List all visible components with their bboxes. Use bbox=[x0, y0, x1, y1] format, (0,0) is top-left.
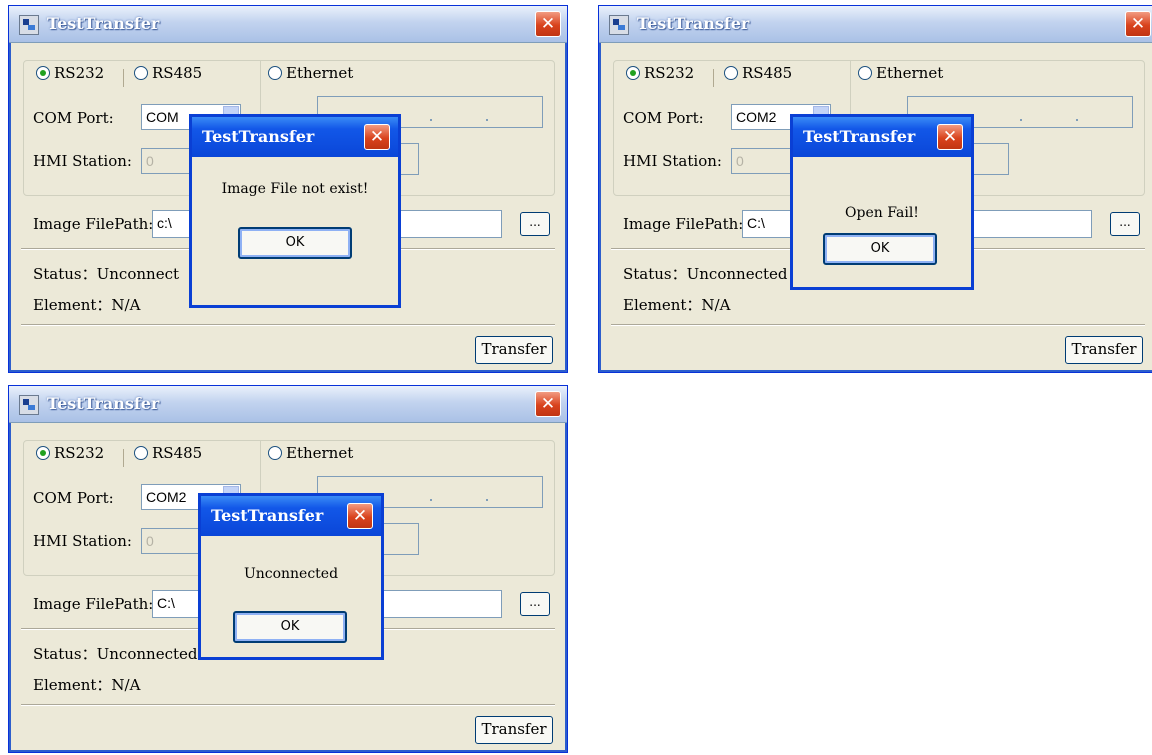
radio-separator bbox=[123, 449, 124, 467]
transfer-button[interactable]: Transfer bbox=[475, 716, 553, 744]
testtransfer-window: TestTransfer ✕ RS232 RS485 Ethernet COM … bbox=[8, 5, 568, 373]
message-dialog: TestTransfer ✕ Image File not exist! OK bbox=[189, 114, 401, 308]
radio-rs485-label: RS485 bbox=[152, 444, 203, 462]
window-titlebar[interactable]: TestTransfer ✕ bbox=[9, 386, 567, 423]
radio-unselected-icon bbox=[268, 446, 282, 460]
radio-unselected-icon bbox=[134, 66, 148, 80]
radio-rs485-label: RS485 bbox=[742, 64, 793, 82]
com-port-label: COM Port: bbox=[33, 489, 114, 507]
transfer-button[interactable]: Transfer bbox=[475, 336, 553, 364]
ok-button[interactable]: OK bbox=[238, 227, 352, 259]
window-titlebar[interactable]: TestTransfer ✕ bbox=[9, 6, 567, 43]
divider bbox=[21, 704, 555, 706]
window-titlebar[interactable]: TestTransfer ✕ bbox=[599, 6, 1152, 43]
testtransfer-window: TestTransfer ✕ RS232 RS485 Ethernet COM … bbox=[8, 385, 568, 753]
dialog-title: TestTransfer bbox=[211, 506, 324, 525]
hmi-station-input[interactable]: 0 bbox=[731, 148, 791, 174]
app-icon bbox=[19, 395, 39, 415]
dialog-title: TestTransfer bbox=[803, 127, 916, 146]
hmi-station-input[interactable]: 0 bbox=[141, 528, 201, 554]
dialog-title: TestTransfer bbox=[202, 127, 315, 146]
close-icon[interactable]: ✕ bbox=[1125, 11, 1151, 37]
radio-selected-icon bbox=[626, 66, 640, 80]
radio-rs485[interactable]: RS485 bbox=[721, 64, 796, 82]
element-text: Element：N/A bbox=[33, 676, 141, 694]
dialog-titlebar[interactable]: TestTransfer ✕ bbox=[793, 117, 971, 157]
radio-selected-icon bbox=[36, 66, 50, 80]
element-text: Element：N/A bbox=[33, 296, 141, 314]
radio-rs485[interactable]: RS485 bbox=[131, 64, 206, 82]
close-icon[interactable]: ✕ bbox=[535, 11, 561, 37]
radio-unselected-icon bbox=[268, 66, 282, 80]
radio-ethernet[interactable]: Ethernet bbox=[855, 64, 947, 82]
dialog-message: Unconnected bbox=[243, 566, 339, 582]
radio-separator bbox=[123, 69, 124, 87]
close-icon[interactable]: ✕ bbox=[364, 124, 390, 150]
dialog-titlebar[interactable]: TestTransfer ✕ bbox=[201, 496, 381, 536]
radio-rs232-label: RS232 bbox=[644, 64, 695, 82]
hmi-station-label: HMI Station: bbox=[33, 532, 132, 550]
radio-ethernet[interactable]: Ethernet bbox=[265, 64, 357, 82]
com-port-label: COM Port: bbox=[33, 109, 114, 127]
window-title: TestTransfer bbox=[47, 14, 160, 33]
transfer-button[interactable]: Transfer bbox=[1065, 336, 1143, 364]
radio-ethernet-label: Ethernet bbox=[286, 444, 354, 462]
status-text: Status：Unconnected bbox=[623, 265, 788, 283]
radio-rs485[interactable]: RS485 bbox=[131, 444, 206, 462]
com-port-label: COM Port: bbox=[623, 109, 704, 127]
radio-selected-icon bbox=[36, 446, 50, 460]
image-filepath-label: Image FilePath: bbox=[33, 215, 154, 233]
radio-rs232[interactable]: RS232 bbox=[623, 64, 698, 82]
close-icon[interactable]: ✕ bbox=[937, 124, 963, 150]
browse-button[interactable]: ... bbox=[1110, 212, 1140, 236]
image-filepath-label: Image FilePath: bbox=[623, 215, 744, 233]
image-filepath-label: Image FilePath: bbox=[33, 595, 154, 613]
radio-unselected-icon bbox=[134, 446, 148, 460]
radio-separator bbox=[713, 69, 714, 87]
close-icon[interactable]: ✕ bbox=[535, 391, 561, 417]
app-icon bbox=[19, 15, 39, 35]
hmi-station-label: HMI Station: bbox=[623, 152, 722, 170]
radio-rs485-label: RS485 bbox=[152, 64, 203, 82]
testtransfer-window: TestTransfer ✕ RS232 RS485 Ethernet COM … bbox=[598, 5, 1152, 373]
ok-button[interactable]: OK bbox=[233, 611, 347, 643]
radio-rs232[interactable]: RS232 bbox=[33, 64, 108, 82]
radio-ethernet-label: Ethernet bbox=[876, 64, 944, 82]
dialog-titlebar[interactable]: TestTransfer ✕ bbox=[192, 117, 398, 157]
radio-unselected-icon bbox=[724, 66, 738, 80]
message-dialog: TestTransfer ✕ Open Fail! OK bbox=[790, 114, 974, 290]
radio-unselected-icon bbox=[858, 66, 872, 80]
divider bbox=[611, 324, 1145, 326]
browse-button[interactable]: ... bbox=[520, 592, 550, 616]
app-icon bbox=[609, 15, 629, 35]
ok-button[interactable]: OK bbox=[823, 233, 937, 265]
element-text: Element：N/A bbox=[623, 296, 731, 314]
radio-rs232-label: RS232 bbox=[54, 64, 105, 82]
window-title: TestTransfer bbox=[47, 394, 160, 413]
close-icon[interactable]: ✕ bbox=[347, 503, 373, 529]
divider bbox=[21, 324, 555, 326]
status-text: Status：Unconnected bbox=[33, 645, 198, 663]
message-dialog: TestTransfer ✕ Unconnected OK bbox=[198, 493, 384, 660]
radio-rs232[interactable]: RS232 bbox=[33, 444, 108, 462]
browse-button[interactable]: ... bbox=[520, 212, 550, 236]
status-text: Status：Unconnect bbox=[33, 265, 179, 283]
radio-ethernet-label: Ethernet bbox=[286, 64, 354, 82]
window-title: TestTransfer bbox=[637, 14, 750, 33]
dialog-message: Open Fail! bbox=[845, 205, 919, 221]
dialog-message: Image File not exist! bbox=[221, 181, 369, 197]
radio-rs232-label: RS232 bbox=[54, 444, 105, 462]
hmi-station-label: HMI Station: bbox=[33, 152, 132, 170]
radio-ethernet[interactable]: Ethernet bbox=[265, 444, 357, 462]
